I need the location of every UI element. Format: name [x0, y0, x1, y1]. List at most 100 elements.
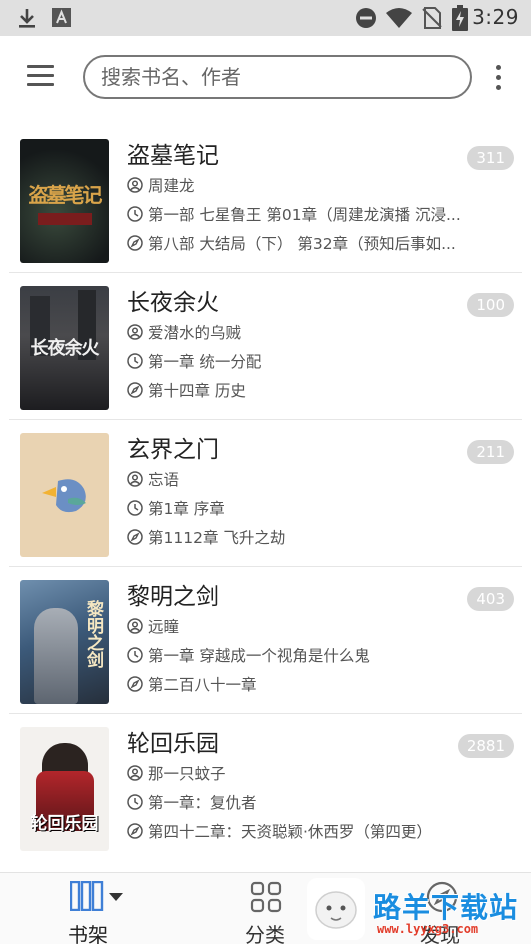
author-row: 周建龙 — [127, 174, 467, 196]
more-options-button[interactable] — [489, 62, 509, 92]
unread-count-badge: 2881 — [457, 734, 514, 758]
last-read-chapter: 第一章：复仇者 — [148, 794, 257, 812]
bookshelf-icon — [70, 881, 104, 911]
clock-icon — [127, 353, 143, 369]
person-icon — [127, 177, 143, 193]
a-box-icon — [52, 8, 71, 27]
book-title: 盗墓笔记 — [127, 143, 219, 169]
book-title: 黎明之剑 — [127, 584, 219, 610]
more-vert-icon — [496, 65, 501, 70]
dropdown-arrow-icon — [109, 893, 123, 901]
cover-title: 长夜余火 — [30, 338, 100, 359]
compass-icon — [127, 676, 143, 692]
more-vert-icon — [496, 85, 501, 90]
latest-chapter: 第八部 大结局（下） 第32章（预知后事如... — [148, 235, 456, 253]
compass-icon — [127, 235, 143, 251]
unread-count-badge: 403 — [467, 587, 514, 611]
book-list: 盗墓笔记 盗墓笔记 311 周建龙 第一部 七星鲁王 第01章（周建龙演播 沉浸… — [0, 126, 531, 861]
menu-button[interactable] — [22, 62, 58, 92]
menu-icon-line — [27, 65, 54, 68]
book-author: 周建龙 — [148, 177, 195, 195]
latest-chapter: 第四十二章：天资聪颖·休西罗（第四更） — [148, 823, 432, 841]
status-time: 3:29 — [472, 5, 519, 29]
book-cover: 黎明之剑 — [20, 580, 109, 704]
book-author: 忘语 — [148, 471, 180, 489]
clock-icon — [127, 647, 143, 663]
cover-knight — [34, 608, 78, 704]
download-icon — [19, 9, 35, 28]
last-read-row: 第一章 统一分配 — [127, 350, 467, 372]
book-cover: 轮回乐园 — [20, 727, 109, 851]
tab-category-label: 分类 — [245, 923, 285, 944]
clock-icon — [127, 794, 143, 810]
latest-chapter-row: 第四十二章：天资聪颖·休西罗（第四更） — [127, 820, 467, 842]
app-bar — [0, 36, 531, 120]
tab-bookshelf[interactable]: 书架 — [50, 873, 140, 944]
tab-bookshelf-label: 书架 — [68, 923, 108, 944]
person-icon — [127, 618, 143, 634]
book-item[interactable]: 黎明之剑 黎明之剑 403 远瞳 第一章 穿越成一个视角是什么鬼 第二百八十一章 — [9, 567, 522, 714]
last-read-row: 第一章：复仇者 — [127, 791, 467, 813]
latest-chapter-row: 第八部 大结局（下） 第32章（预知后事如... — [127, 232, 467, 254]
latest-chapter: 第1112章 飞升之劫 — [148, 529, 286, 547]
cover-label — [38, 213, 92, 225]
book-author: 远瞳 — [148, 618, 180, 636]
compass-icon — [127, 529, 143, 545]
tab-category[interactable]: 分类 — [228, 873, 308, 944]
default-cover-bird-icon — [42, 479, 86, 513]
last-read-row: 第1章 序章 — [127, 497, 467, 519]
do-not-disturb-icon — [356, 8, 376, 28]
book-item[interactable]: 玄界之门 211 忘语 第1章 序章 第1112章 飞升之劫 — [9, 420, 522, 567]
menu-icon-line — [27, 74, 54, 77]
search-box[interactable] — [83, 55, 472, 99]
author-row: 远瞳 — [127, 615, 467, 637]
more-vert-icon — [496, 75, 501, 80]
unread-count-badge: 311 — [467, 146, 514, 170]
clock-icon — [127, 500, 143, 516]
last-read-chapter: 第1章 序章 — [148, 500, 225, 518]
compass-icon — [426, 881, 458, 913]
wifi-icon — [386, 8, 412, 28]
book-cover: 盗墓笔记 — [20, 139, 109, 263]
latest-chapter: 第十四章 历史 — [148, 382, 246, 400]
book-item[interactable]: 轮回乐园 轮回乐园 2881 那一只蚊子 第一章：复仇者 第四十二章：天资聪颖·… — [9, 714, 522, 861]
menu-icon-line — [27, 83, 54, 86]
last-read-chapter: 第一部 七星鲁王 第01章（周建龙演播 沉浸... — [148, 206, 461, 224]
latest-chapter: 第二百八十一章 — [148, 676, 257, 694]
author-row: 那一只蚊子 — [127, 762, 467, 784]
latest-chapter-row: 第1112章 飞升之劫 — [127, 526, 467, 548]
author-row: 忘语 — [127, 468, 467, 490]
no-sim-icon — [422, 7, 442, 29]
book-item[interactable]: 盗墓笔记 盗墓笔记 311 周建龙 第一部 七星鲁王 第01章（周建龙演播 沉浸… — [9, 126, 522, 273]
last-read-row: 第一章 穿越成一个视角是什么鬼 — [127, 644, 467, 666]
book-title: 轮回乐园 — [127, 731, 219, 757]
unread-count-badge: 100 — [467, 293, 514, 317]
book-title: 长夜余火 — [127, 290, 219, 316]
author-row: 爱潜水的乌贼 — [127, 321, 467, 343]
search-input[interactable] — [85, 57, 470, 97]
bottom-nav: 书架 分类 发现 — [0, 872, 531, 944]
person-icon — [127, 765, 143, 781]
last-read-chapter: 第一章 统一分配 — [148, 353, 262, 371]
cover-title: 黎明之剑 — [83, 600, 103, 668]
book-cover — [20, 433, 109, 557]
cover-title: 轮回乐园 — [30, 814, 99, 834]
last-read-row: 第一部 七星鲁王 第01章（周建龙演播 沉浸... — [127, 203, 467, 225]
tab-discover-label: 发现 — [420, 923, 460, 944]
grid-icon — [250, 881, 282, 913]
book-item[interactable]: 长夜余火 长夜余火 100 爱潜水的乌贼 第一章 统一分配 第十四章 历史 — [9, 273, 522, 420]
book-author: 爱潜水的乌贼 — [148, 324, 242, 342]
person-icon — [127, 471, 143, 487]
book-title: 玄界之门 — [127, 437, 219, 463]
compass-icon — [127, 382, 143, 398]
battery-charging-icon — [452, 5, 468, 31]
book-author: 那一只蚊子 — [148, 765, 226, 783]
status-bar: 3:29 — [0, 0, 531, 36]
latest-chapter-row: 第二百八十一章 — [127, 673, 467, 695]
tab-discover[interactable]: 发现 — [400, 873, 490, 944]
compass-icon — [127, 823, 143, 839]
last-read-chapter: 第一章 穿越成一个视角是什么鬼 — [148, 647, 370, 665]
cover-title: 盗墓笔记 — [28, 183, 103, 207]
person-icon — [127, 324, 143, 340]
book-cover: 长夜余火 — [20, 286, 109, 410]
